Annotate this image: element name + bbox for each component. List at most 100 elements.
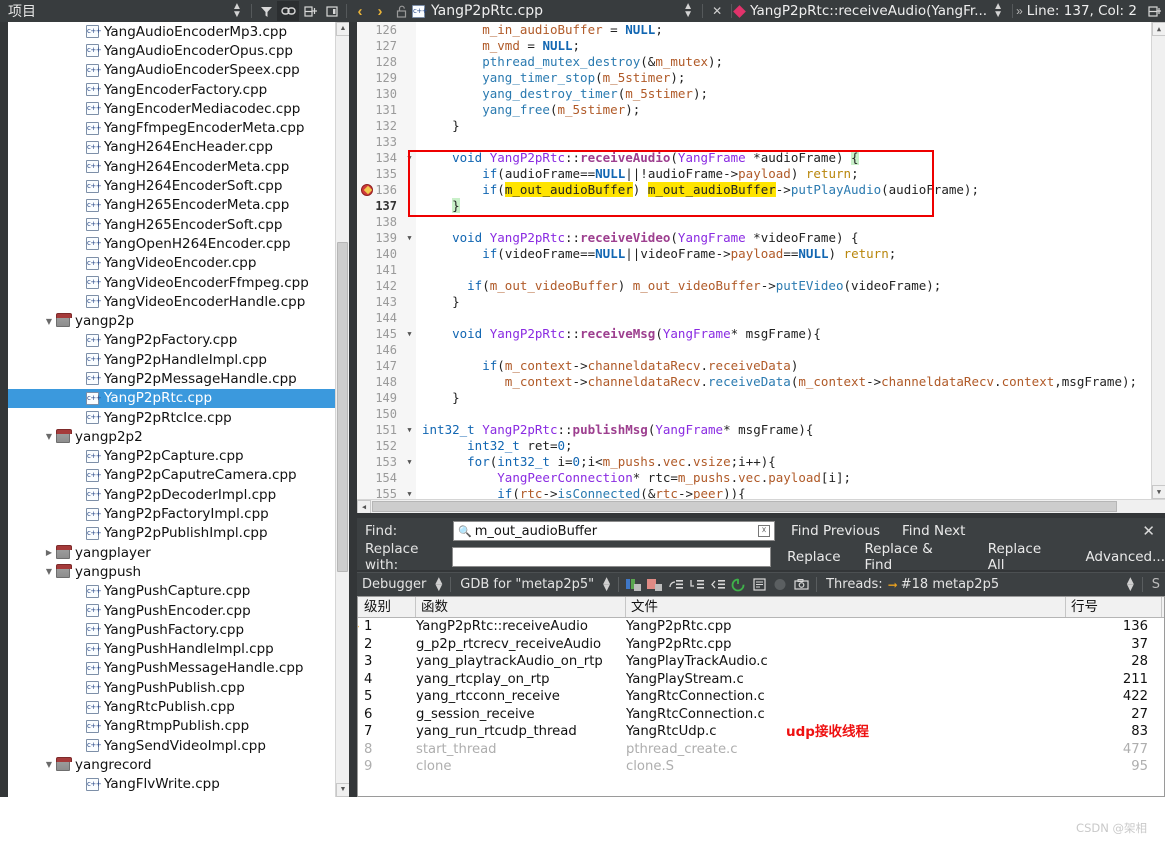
call-stack-panel[interactable]: 级别 函数 文件 行号 ➡1YangP2pRtc::receiveAudioYa… <box>357 596 1165 797</box>
tree-file-item[interactable]: YangP2pFactory.cpp <box>8 331 335 350</box>
line-number[interactable]: 149 <box>357 390 403 406</box>
editor-vertical-scrollbar[interactable]: ▲ ▼ <box>1151 22 1165 499</box>
tree-scroll-up-arrow[interactable]: ▲ <box>336 22 349 36</box>
code-line[interactable]: 131 yang_free(m_5stimer); <box>357 102 1165 118</box>
line-number[interactable]: 141 <box>357 262 403 278</box>
code-line[interactable]: 144 <box>357 310 1165 326</box>
line-number[interactable]: 154 <box>357 470 403 486</box>
line-number[interactable]: 139 <box>357 230 403 246</box>
fold-toggle-icon[interactable]: ▼ <box>403 326 416 342</box>
line-number[interactable]: 129 <box>357 70 403 86</box>
chevron-right-icon[interactable]: ▶ <box>42 548 56 557</box>
code-line[interactable]: 143 } <box>357 294 1165 310</box>
code-line[interactable]: 127 m_vmd = NULL; <box>357 38 1165 54</box>
tree-file-item[interactable]: YangAudioEncoderOpus.cpp <box>8 41 335 60</box>
line-number[interactable]: 144 <box>357 310 403 326</box>
tree-file-item[interactable]: YangPushMessageHandle.cpp <box>8 659 335 678</box>
tree-file-item[interactable]: YangH264EncoderMeta.cpp <box>8 157 335 176</box>
thread-value[interactable]: #18 metap2p5 <box>901 577 1004 592</box>
source-icon[interactable] <box>751 577 768 593</box>
line-number[interactable]: 137 <box>357 198 403 214</box>
tree-file-item[interactable]: YangRtcPublish.cpp <box>8 697 335 716</box>
tree-file-item[interactable]: YangVideoEncoderFfmpeg.cpp <box>8 273 335 292</box>
debugger-dropdown-icon[interactable]: ▲ ▼ <box>431 576 446 592</box>
current-symbol[interactable]: YangP2pRtc::receiveAudio(YangFr... <box>750 3 987 19</box>
line-number[interactable]: 147 <box>357 358 403 374</box>
code-line[interactable]: 151 ▼ int32_t YangP2pRtc::publishMsg(YangF… <box>357 422 1165 438</box>
tree-file-item[interactable]: YangVideoEncoder.cpp <box>8 254 335 273</box>
tree-file-item[interactable]: YangH265EncoderSoft.cpp <box>8 215 335 234</box>
code-line[interactable]: 126 m_in_audioBuffer = NULL; <box>357 22 1165 38</box>
table-row[interactable]: 6 g_session_receive YangRtcConnection.c 27 <box>358 706 1164 724</box>
table-row[interactable]: 8 start_thread pthread_create.c 477 <box>358 741 1164 759</box>
column-header-file[interactable]: 文件 <box>626 597 1066 617</box>
line-number[interactable]: 133 <box>357 134 403 150</box>
debugger-config-dropdown-icon[interactable]: ▲ ▼ <box>599 576 614 592</box>
code-line[interactable]: 139 ▼ void YangP2pRtc::receiveVideo(YangF… <box>357 230 1165 246</box>
tree-file-item[interactable]: YangPushHandleImpl.cpp <box>8 640 335 659</box>
fold-toggle-icon[interactable]: ▼ <box>403 150 416 166</box>
chevron-down-icon[interactable]: ▼ <box>42 567 56 576</box>
chevron-down-icon[interactable]: ▼ <box>42 760 56 769</box>
tree-file-item[interactable]: YangOpenH264Encoder.cpp <box>8 234 335 253</box>
line-number[interactable]: 150 <box>357 406 403 422</box>
code-line[interactable]: 152 int32_t ret=0; <box>357 438 1165 454</box>
tree-file-item[interactable]: YangP2pRtc.cpp <box>8 388 335 408</box>
table-row[interactable]: 3 yang_playtrackAudio_on_rtp YangPlayTrack… <box>358 653 1164 671</box>
advanced-button[interactable]: Advanced... <box>1085 549 1165 565</box>
replace-all-button[interactable]: Replace All <box>988 541 1062 573</box>
tree-folder-item[interactable]: ▼ yangp2p <box>8 311 335 330</box>
line-number[interactable]: 134 <box>357 150 403 166</box>
line-number[interactable]: 146 <box>357 342 403 358</box>
project-file-tree[interactable]: YangAudioEncoderMp3.cpp YangAudioEncoderO… <box>8 22 349 797</box>
link-icon[interactable] <box>277 1 299 21</box>
close-find-panel-button[interactable]: ✕ <box>1142 522 1155 540</box>
line-number[interactable]: 132 <box>357 118 403 134</box>
lock-open-icon[interactable] <box>390 1 412 21</box>
table-row[interactable]: ➡1YangP2pRtc::receiveAudio YangP2pRtc.cpp… <box>358 618 1164 636</box>
code-line[interactable]: 141 <box>357 262 1165 278</box>
fold-toggle-icon[interactable]: ▼ <box>403 230 416 246</box>
chevron-down-icon[interactable]: ▼ <box>42 317 56 326</box>
table-row[interactable]: 4 yang_rtcplay_on_rtp YangPlayStream.c 211 <box>358 671 1164 689</box>
tree-file-item[interactable]: YangVideoEncoderHandle.cpp <box>8 292 335 311</box>
line-number[interactable]: 127 <box>357 38 403 54</box>
tree-scroll-down-arrow[interactable]: ▼ <box>336 783 349 797</box>
code-line[interactable]: 138 <box>357 214 1165 230</box>
fold-toggle-icon[interactable]: ▼ <box>403 454 416 470</box>
split-horizontal-icon[interactable] <box>1143 1 1165 21</box>
editor-scroll-down-arrow[interactable]: ▼ <box>1152 485 1165 499</box>
line-number[interactable]: 151 <box>357 422 403 438</box>
sidebar-icon[interactable] <box>321 1 343 21</box>
code-editor[interactable]: 126 m_in_audioBuffer = NULL; 127 m_vmd = … <box>357 22 1165 513</box>
line-number[interactable]: 145 <box>357 326 403 342</box>
code-line[interactable]: 128 pthread_mutex_destroy(&m_mutex); <box>357 54 1165 70</box>
sort-icon[interactable]: ▲ ▼ <box>226 1 248 21</box>
symbol-dropdown-icon[interactable]: ▲ ▼ <box>987 1 1009 21</box>
editor-scroll-left-arrow[interactable]: ◀ <box>357 500 371 513</box>
tree-file-item[interactable]: YangH264EncHeader.cpp <box>8 138 335 157</box>
tree-file-item[interactable]: YangEncoderFactory.cpp <box>8 80 335 99</box>
code-line[interactable]: 146 <box>357 342 1165 358</box>
nav-back-button[interactable]: ‹ <box>350 3 370 20</box>
tree-file-item[interactable]: YangP2pFactoryImpl.cpp <box>8 504 335 523</box>
code-line[interactable]: 140 if(videoFrame==NULL||videoFrame->pay… <box>357 246 1165 262</box>
nav-forward-button[interactable]: › <box>370 3 390 20</box>
line-number[interactable]: 148 <box>357 374 403 390</box>
chevron-down-icon[interactable]: ▼ <box>42 432 56 441</box>
code-line[interactable]: 129 yang_timer_stop(m_5stimer); <box>357 70 1165 86</box>
line-number[interactable]: 140 <box>357 246 403 262</box>
clear-icon[interactable]: ☓ <box>758 525 770 537</box>
tree-file-item[interactable]: YangP2pDecoderImpl.cpp <box>8 485 335 504</box>
tree-file-item[interactable]: YangPushEncoder.cpp <box>8 601 335 620</box>
code-line[interactable]: 134 ▼ void YangP2pRtc::receiveAudio(YangF… <box>357 150 1165 166</box>
code-line[interactable]: 135 if(audioFrame==NULL||!audioFrame->pa… <box>357 166 1165 182</box>
tree-file-item[interactable]: YangFfmpegEncoderMeta.cpp <box>8 118 335 137</box>
step-out-icon[interactable] <box>646 577 663 593</box>
filter-icon[interactable] <box>255 1 277 21</box>
column-header-level[interactable]: 级别 <box>358 597 416 617</box>
line-number[interactable]: 138 <box>357 214 403 230</box>
tree-file-item[interactable]: YangP2pCaputreCamera.cpp <box>8 466 335 485</box>
code-lines[interactable]: 126 m_in_audioBuffer = NULL; 127 m_vmd = … <box>357 22 1165 502</box>
tree-file-item[interactable]: YangPushFactory.cpp <box>8 620 335 639</box>
